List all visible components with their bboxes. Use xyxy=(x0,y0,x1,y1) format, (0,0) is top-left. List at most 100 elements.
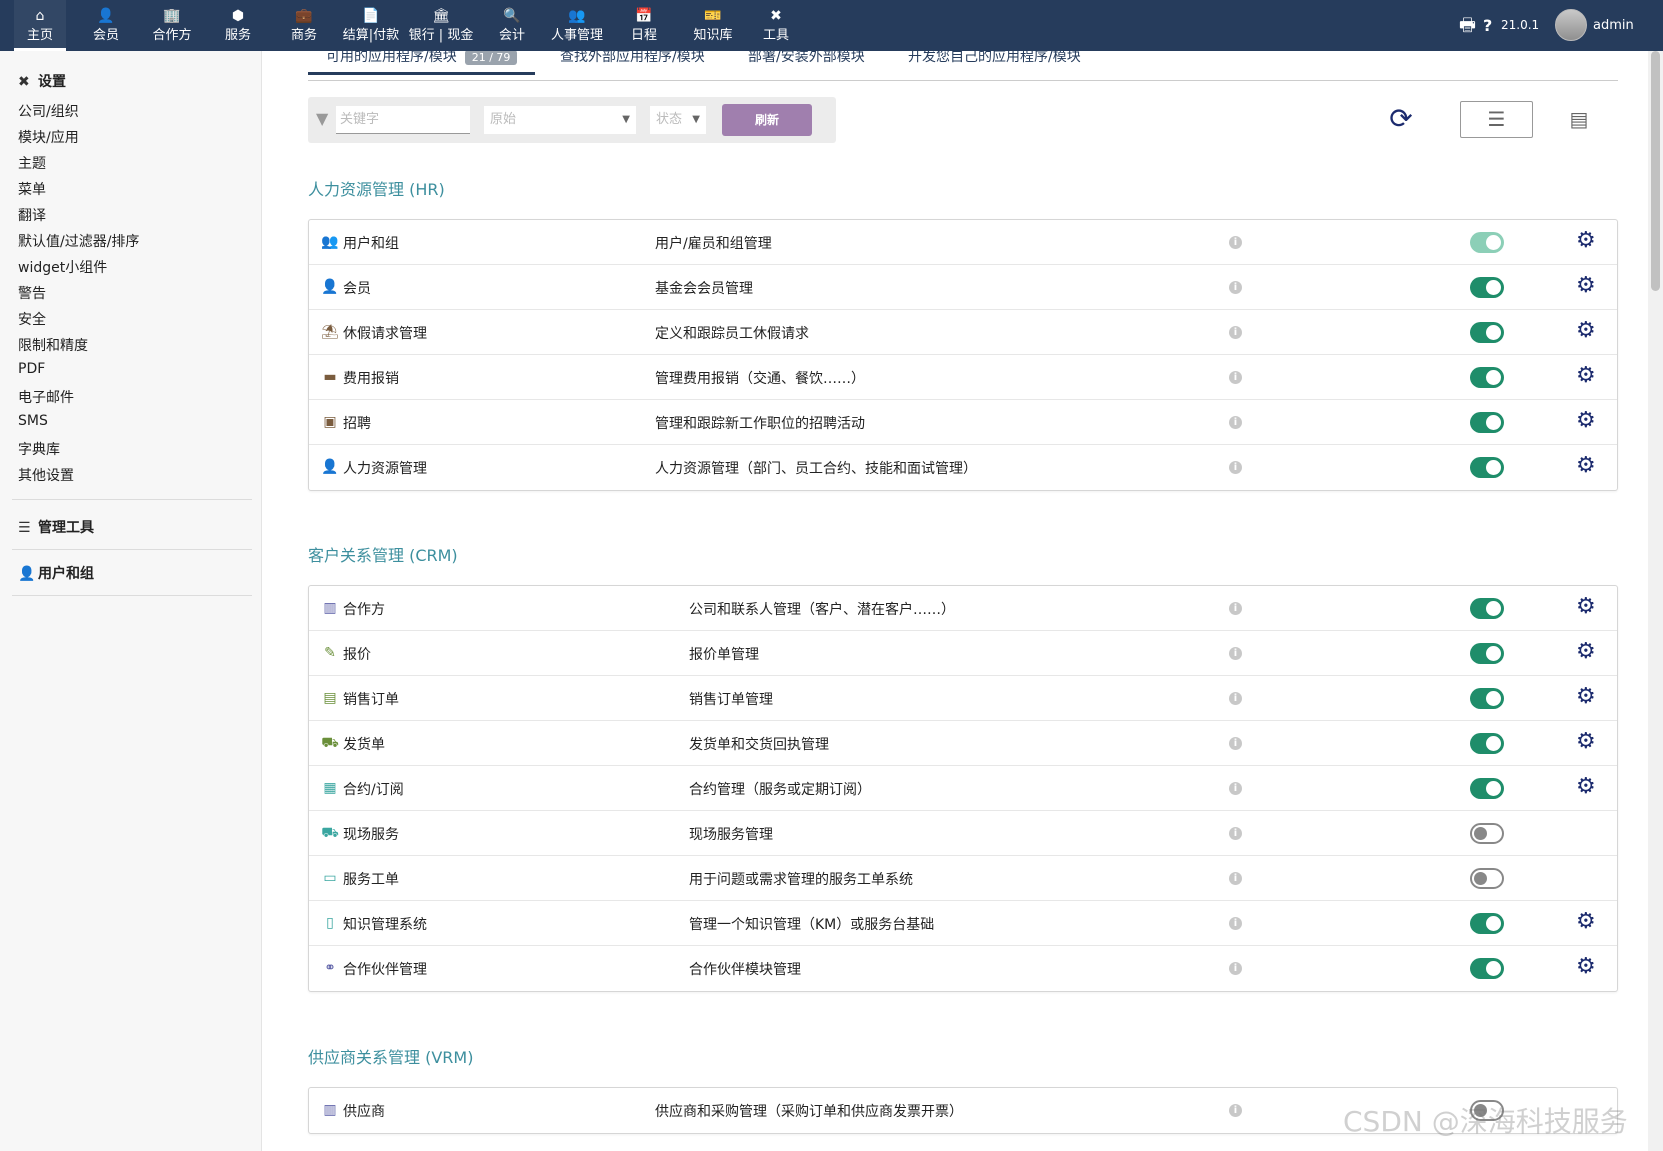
module-description: 用于问题或需求管理的服务工单系统 xyxy=(689,872,913,888)
gear-icon[interactable]: ⚙ xyxy=(1576,910,1596,934)
sidebar-admin-tools[interactable]: ☰ 管理工具 xyxy=(18,517,94,537)
sidebar-users-groups[interactable]: 👤 用户和组 xyxy=(18,563,94,583)
module-description: 定义和跟踪员工休假请求 xyxy=(655,326,809,342)
print-icon[interactable]: 🖶 xyxy=(1459,0,1476,51)
info-icon[interactable]: i xyxy=(1229,281,1242,294)
sidebar-item-email[interactable]: 电子邮件 xyxy=(18,387,74,407)
gear-icon[interactable]: ⚙ xyxy=(1576,454,1596,478)
nav-hr[interactable]: 👥 人事管理 xyxy=(546,0,608,51)
info-icon[interactable]: i xyxy=(1229,827,1242,840)
user-name[interactable]: admin xyxy=(1593,0,1634,51)
keyword-input[interactable] xyxy=(336,106,470,134)
nav-accounting[interactable]: 🔍 会计 xyxy=(486,0,538,51)
info-icon[interactable]: i xyxy=(1229,416,1242,429)
nav-members[interactable]: 👤 会员 xyxy=(80,0,132,51)
sidebar-item-other[interactable]: 其他设置 xyxy=(18,465,74,485)
tab-available-modules[interactable]: 可用的应用程序/模块 21 / 79 xyxy=(308,51,536,75)
info-icon[interactable]: i xyxy=(1229,737,1242,750)
module-toggle[interactable] xyxy=(1470,778,1504,799)
help-icon[interactable]: ? xyxy=(1483,0,1492,51)
module-toggle[interactable] xyxy=(1470,913,1504,934)
gear-icon[interactable]: ⚙ xyxy=(1576,775,1596,799)
module-toggle[interactable] xyxy=(1470,277,1504,298)
sidebar-item-theme[interactable]: 主题 xyxy=(18,153,46,173)
sidebar-item-sms[interactable]: SMS xyxy=(18,413,48,429)
module-toggle[interactable] xyxy=(1470,643,1504,664)
module-name: 人力资源管理 xyxy=(343,461,427,477)
gear-icon[interactable]: ⚙ xyxy=(1576,229,1596,253)
sidebar-item-limits[interactable]: 限制和精度 xyxy=(18,335,88,355)
sidebar-item-translation[interactable]: 翻译 xyxy=(18,205,46,225)
info-icon[interactable]: i xyxy=(1229,647,1242,660)
sidebar-item-company[interactable]: 公司/组织 xyxy=(18,101,79,121)
module-toggle[interactable] xyxy=(1470,823,1504,844)
reload-icon[interactable]: ⟳ xyxy=(1381,99,1421,139)
nav-commerce[interactable]: 💼 商务 xyxy=(278,0,330,51)
sidebar-item-alerts[interactable]: 警告 xyxy=(18,283,46,303)
gear-icon[interactable]: ⚙ xyxy=(1576,730,1596,754)
info-icon[interactable]: i xyxy=(1229,461,1242,474)
vertical-scrollbar[interactable] xyxy=(1648,51,1663,1151)
info-icon[interactable]: i xyxy=(1229,917,1242,930)
info-icon[interactable]: i xyxy=(1229,692,1242,705)
gear-icon[interactable]: ⚙ xyxy=(1576,319,1596,343)
nav-partners[interactable]: 🏢 合作方 xyxy=(144,0,200,51)
nav-services[interactable]: ⬢ 服务 xyxy=(212,0,264,51)
gear-icon[interactable]: ⚙ xyxy=(1576,595,1596,619)
nav-tools[interactable]: ✖ 工具 xyxy=(750,0,802,51)
nav-billing[interactable]: 📄 结算|付款 xyxy=(338,0,404,51)
module-toggle[interactable] xyxy=(1470,733,1504,754)
sidebar-item-defaults[interactable]: 默认值/过滤器/排序 xyxy=(18,231,139,251)
gear-icon[interactable]: ⚙ xyxy=(1576,274,1596,298)
nav-home[interactable]: ⌂ 主页 xyxy=(14,0,66,51)
module-toggle[interactable] xyxy=(1470,868,1504,889)
sidebar-item-dictionaries[interactable]: 字典库 xyxy=(18,439,60,459)
module-toggle[interactable] xyxy=(1470,232,1504,253)
module-toggle[interactable] xyxy=(1470,367,1504,388)
nav-knowledge[interactable]: 🎫 知识库 xyxy=(684,0,742,51)
refresh-button[interactable]: 刷新 xyxy=(722,104,812,136)
watermark: CSDN @深海科技服务 xyxy=(1343,1105,1628,1138)
tab-find-external[interactable]: 查找外部应用程序/模块 xyxy=(560,51,705,66)
gear-icon[interactable]: ⚙ xyxy=(1576,955,1596,979)
info-icon[interactable]: i xyxy=(1229,782,1242,795)
info-icon[interactable]: i xyxy=(1229,1104,1242,1117)
sidebar-item-modules[interactable]: 模块/应用 xyxy=(18,127,79,147)
info-icon[interactable]: i xyxy=(1229,872,1242,885)
origin-select[interactable]: 原始 ▼ xyxy=(484,106,636,134)
group-title-vrm: 供应商关系管理 (VRM) xyxy=(308,1048,474,1067)
sidebar-item-widgets[interactable]: widget小组件 xyxy=(18,257,107,277)
avatar[interactable] xyxy=(1555,9,1587,41)
module-toggle[interactable] xyxy=(1470,598,1504,619)
sidebar-item-pdf[interactable]: PDF xyxy=(18,361,45,377)
sidebar-item-menu[interactable]: 菜单 xyxy=(18,179,46,199)
nav-bank[interactable]: 🏛 银行 | 现金 xyxy=(408,0,474,51)
grid-view-button[interactable]: ▤ xyxy=(1559,101,1599,138)
info-icon[interactable]: i xyxy=(1229,236,1242,249)
module-toggle[interactable] xyxy=(1470,688,1504,709)
scrollbar-thumb[interactable] xyxy=(1651,51,1660,291)
info-icon[interactable]: i xyxy=(1229,602,1242,615)
module-description: 销售订单管理 xyxy=(689,692,773,708)
tab-develop-own[interactable]: 开发您自己的应用程序/模块 xyxy=(908,51,1081,66)
gear-icon[interactable]: ⚙ xyxy=(1576,685,1596,709)
gear-icon[interactable]: ⚙ xyxy=(1576,640,1596,664)
gear-icon[interactable]: ⚙ xyxy=(1576,409,1596,433)
info-icon[interactable]: i xyxy=(1229,962,1242,975)
nav-agenda[interactable]: 📅 日程 xyxy=(618,0,670,51)
list-view-button[interactable]: ☰ xyxy=(1460,101,1533,138)
module-toggle[interactable] xyxy=(1470,958,1504,979)
info-icon[interactable]: i xyxy=(1229,371,1242,384)
sidebar-settings-title[interactable]: ✖ 设置 xyxy=(18,71,66,91)
user-icon: 👤 xyxy=(18,566,36,582)
module-toggle[interactable] xyxy=(1470,412,1504,433)
bank-icon: 🏛 xyxy=(432,8,450,24)
group-title-crm: 客户关系管理 (CRM) xyxy=(308,546,458,565)
tab-deploy-external[interactable]: 部署/安装外部模块 xyxy=(748,51,865,66)
sidebar-item-security[interactable]: 安全 xyxy=(18,309,46,329)
module-toggle[interactable] xyxy=(1470,322,1504,343)
gear-icon[interactable]: ⚙ xyxy=(1576,364,1596,388)
module-toggle[interactable] xyxy=(1470,457,1504,478)
status-select[interactable]: 状态 ▼ xyxy=(650,106,706,134)
info-icon[interactable]: i xyxy=(1229,326,1242,339)
